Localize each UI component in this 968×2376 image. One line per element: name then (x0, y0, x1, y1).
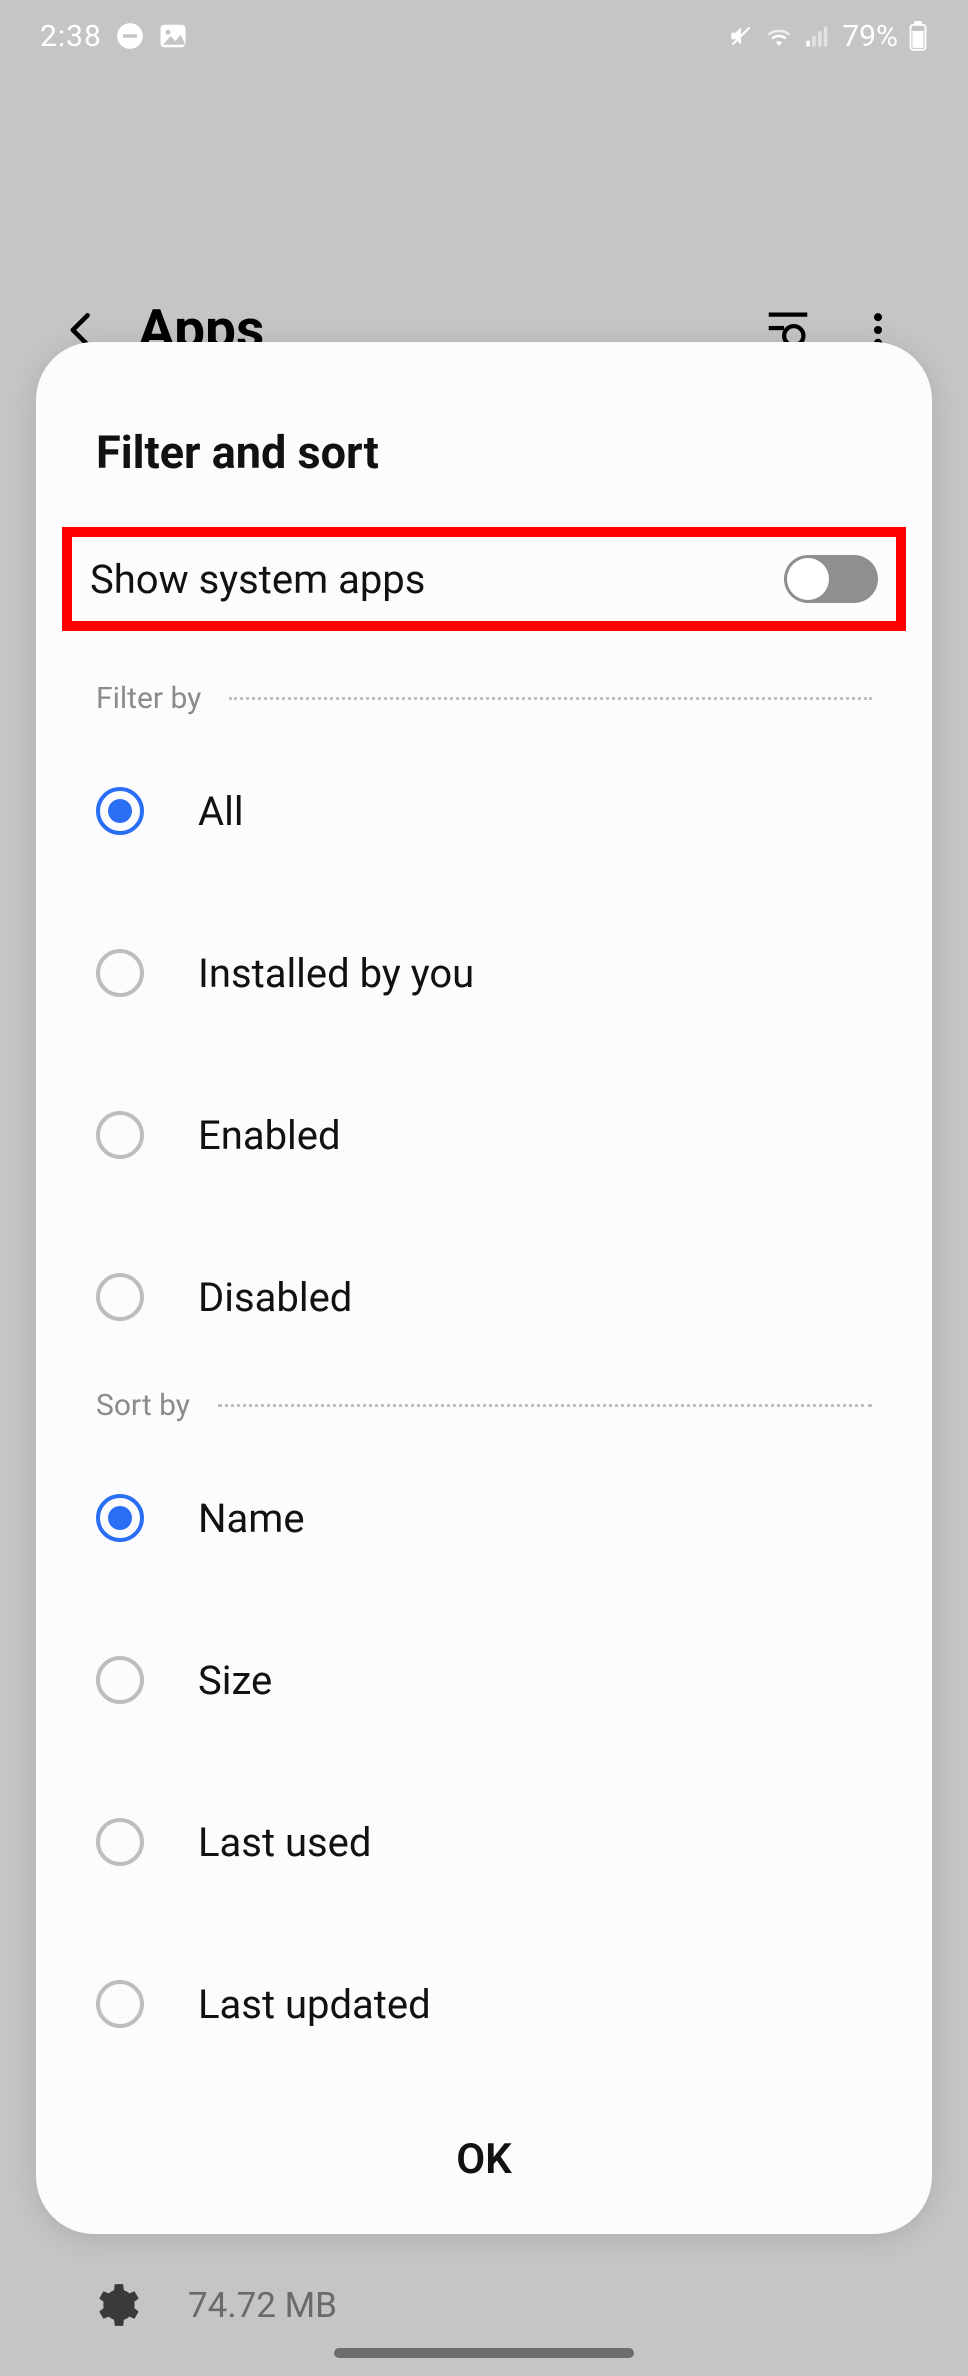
filter-option-disabled[interactable]: Disabled (96, 1216, 872, 1378)
divider (229, 697, 872, 700)
show-system-apps-toggle[interactable] (784, 555, 878, 603)
filter-by-header: Filter by (36, 681, 932, 716)
ok-row: OK (36, 2085, 932, 2234)
radio-icon (96, 1273, 144, 1321)
sort-option-name[interactable]: Name (96, 1437, 872, 1599)
mute-icon (728, 23, 754, 49)
battery-percent: 79% (842, 19, 898, 54)
filter-option-installed-by-you[interactable]: Installed by you (96, 892, 872, 1054)
filter-by-label: Filter by (96, 681, 201, 716)
wifi-icon (764, 23, 794, 49)
dnd-icon (116, 22, 144, 50)
filter-option-enabled[interactable]: Enabled (96, 1054, 872, 1216)
radio-icon (96, 1494, 144, 1542)
option-label: Last updated (198, 1981, 431, 2028)
toggle-knob (787, 558, 829, 600)
gear-icon (90, 2280, 140, 2330)
filter-option-all[interactable]: All (96, 730, 872, 892)
modal-title: Filter and sort (36, 426, 932, 527)
show-system-apps-row[interactable]: Show system apps (62, 527, 906, 631)
status-left: 2:38 (40, 19, 188, 54)
signal-icon (804, 23, 832, 49)
battery-icon (908, 21, 928, 51)
background-app-row: 74.72 MB (0, 2280, 968, 2330)
filter-options: All Installed by you Enabled Disabled (36, 730, 932, 1378)
sort-options: Name Size Last used Last updated (36, 1437, 932, 2085)
option-label: Last used (198, 1819, 371, 1866)
option-label: Size (198, 1657, 272, 1704)
filter-sort-modal: Filter and sort Show system apps Filter … (36, 342, 932, 2234)
radio-icon (96, 949, 144, 997)
status-right: 79% (728, 19, 928, 54)
sort-by-label: Sort by (96, 1388, 190, 1423)
option-label: Enabled (198, 1112, 341, 1159)
show-system-apps-label: Show system apps (90, 556, 425, 603)
radio-icon (96, 1656, 144, 1704)
media-icon (158, 21, 188, 51)
nav-pill[interactable] (334, 2348, 634, 2358)
sort-option-last-used[interactable]: Last used (96, 1761, 872, 1923)
radio-icon (96, 1818, 144, 1866)
clock: 2:38 (40, 19, 102, 54)
ok-button[interactable]: OK (456, 2135, 512, 2184)
app-size-text: 74.72 MB (188, 2285, 337, 2326)
option-label: Name (198, 1495, 305, 1542)
radio-icon (96, 1980, 144, 2028)
radio-icon (96, 787, 144, 835)
sort-by-header: Sort by (36, 1388, 932, 1423)
status-bar: 2:38 79% (0, 0, 968, 72)
sort-option-size[interactable]: Size (96, 1599, 872, 1761)
divider (218, 1404, 872, 1407)
sort-option-last-updated[interactable]: Last updated (96, 1923, 872, 2085)
option-label: Disabled (198, 1274, 352, 1321)
option-label: All (198, 788, 244, 835)
radio-icon (96, 1111, 144, 1159)
option-label: Installed by you (198, 950, 474, 997)
